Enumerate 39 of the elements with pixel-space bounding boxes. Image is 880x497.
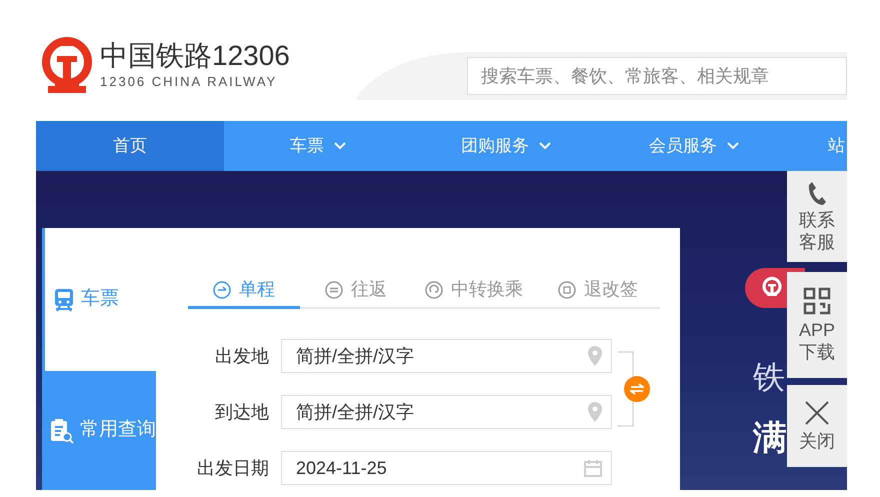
date-field[interactable]: 2024-11-25 (281, 451, 612, 485)
swap-arrows-icon (630, 383, 644, 395)
nav-item[interactable]: 站 (788, 121, 847, 171)
train-icon (53, 288, 75, 312)
clipboard-search-icon (50, 418, 74, 444)
banner-text: 铁 (753, 358, 786, 397)
swap-button[interactable] (624, 376, 650, 402)
trip-tab[interactable]: 退改签 (536, 273, 660, 309)
field-label: 到达地 (214, 400, 270, 424)
phone-icon (807, 180, 827, 204)
nav-item[interactable]: 团购服务 (412, 121, 600, 171)
trip-tab[interactable]: 单程 (188, 273, 300, 309)
trip-tab[interactable]: 中转换乘 (412, 273, 536, 309)
trip-tab[interactable]: 往返 (300, 273, 412, 309)
round-trip-icon (325, 280, 343, 298)
side-tab[interactable]: 常用查询 (42, 371, 156, 490)
banner-headline: 满 (753, 418, 788, 459)
site-title: 中国铁路12306 (100, 40, 290, 72)
station-field[interactable]: 简拼/全拼/汉字 (281, 395, 612, 429)
side-panel-button[interactable]: APP 下载 (787, 272, 847, 378)
close-icon (804, 400, 830, 426)
nav-item[interactable]: 车票 (224, 121, 412, 171)
field-label: 出发地 (214, 344, 270, 368)
search-field[interactable]: 搜索车票、餐饮、常旅客、相关规章 (467, 57, 847, 95)
side-panel-button[interactable]: 关闭 (787, 385, 847, 467)
nav-item[interactable]: 首页 (36, 121, 224, 171)
nav-item[interactable]: 会员服务 (600, 121, 788, 171)
refund-trip-icon (558, 280, 576, 298)
transfer-trip-icon (425, 280, 443, 298)
calendar-icon (584, 459, 602, 477)
field-label: 出发日期 (196, 456, 270, 480)
location-pin-icon (588, 346, 602, 366)
station-field[interactable]: 简拼/全拼/汉字 (281, 339, 612, 373)
location-pin-icon (588, 402, 602, 422)
oneway-trip-icon (213, 280, 231, 298)
site-subtitle: 12306 CHINA RAILWAY (100, 72, 278, 91)
side-panel-button[interactable]: 联系客服 (787, 171, 847, 262)
qr-code-icon (803, 287, 831, 315)
railway-logo-icon (40, 36, 94, 96)
